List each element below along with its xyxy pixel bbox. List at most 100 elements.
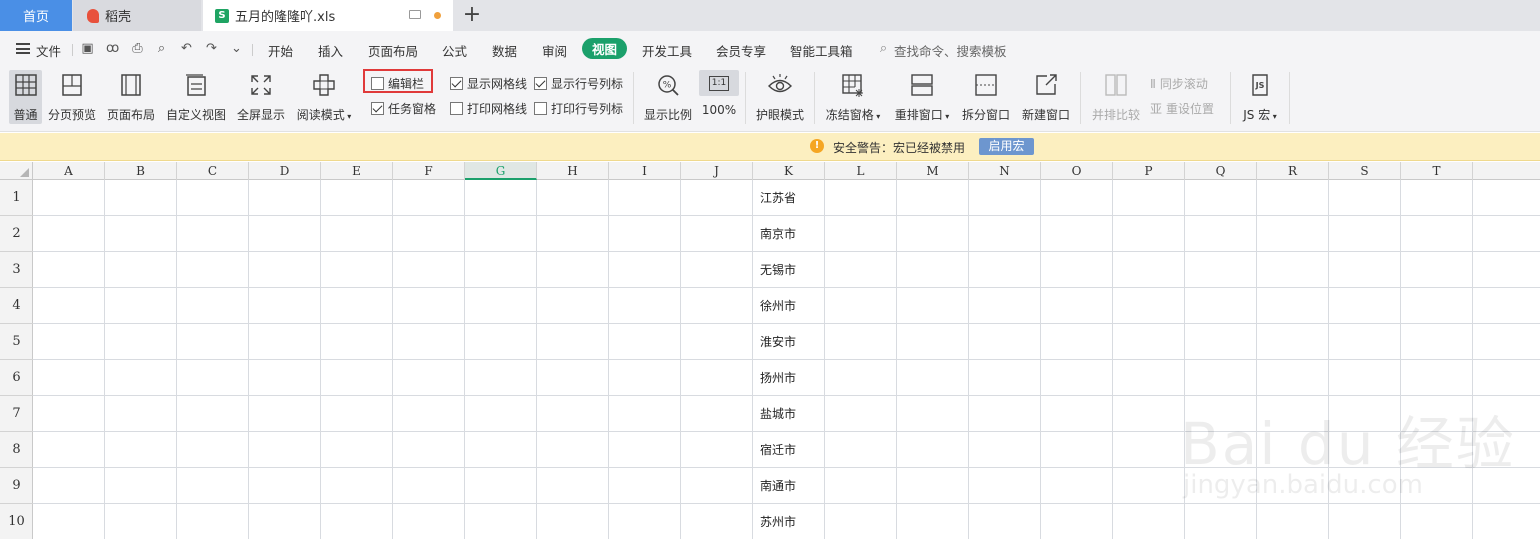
show-gridlines-checkbox[interactable]: 显示网格线	[450, 75, 527, 92]
column-header-n[interactable]: N	[969, 162, 1041, 180]
print-gridlines-checkbox[interactable]: 打印网格线	[450, 100, 527, 117]
column-header-c[interactable]: C	[177, 162, 249, 180]
eye-mode-button[interactable]: 护眼模式	[754, 70, 806, 124]
zoom-button[interactable]: % 显示比例	[643, 70, 693, 124]
customize-dropdown-icon[interactable]: ⌄	[230, 42, 243, 55]
freeze-panes-button[interactable]: 冻结窗格 ▾	[823, 70, 883, 124]
sync-scroll-button[interactable]: Ⅱ 同步滚动	[1150, 75, 1208, 92]
task-pane-checkbox[interactable]: 任务窗格	[371, 100, 436, 117]
menu-view[interactable]: 视图	[582, 38, 627, 59]
column-header-j[interactable]: J	[681, 162, 753, 180]
page-layout-button[interactable]: 页面布局	[106, 70, 156, 124]
new-tab-plus-icon[interactable]: +	[462, 3, 482, 27]
show-headers-checkbox[interactable]: 显示行号列标	[534, 75, 623, 92]
cell-k6[interactable]: 扬州市	[756, 360, 796, 396]
enable-macro-button[interactable]: 启用宏	[979, 138, 1034, 155]
menu-review[interactable]: 审阅	[542, 41, 567, 60]
checkbox-checked-icon	[534, 77, 547, 90]
column-header-p[interactable]: P	[1113, 162, 1185, 180]
page-break-preview-button[interactable]: 分页预览	[47, 70, 97, 124]
cell-k5[interactable]: 淮安市	[756, 324, 796, 360]
js-macro-button[interactable]: JS JS 宏 ▾	[1239, 70, 1281, 124]
tab-docer[interactable]: 稻壳	[73, 0, 201, 31]
cell-k1[interactable]: 江苏省	[756, 180, 796, 216]
menu-data[interactable]: 数据	[492, 41, 517, 60]
column-header-k[interactable]: K	[753, 162, 825, 180]
print-preview-icon[interactable]: ⌕	[155, 42, 168, 55]
show-gridlines-label: 显示网格线	[467, 77, 528, 91]
warning-icon: !	[810, 139, 824, 153]
format-painter-icon[interactable]: ꝏ	[106, 42, 119, 55]
row-header-10[interactable]: 10	[0, 504, 33, 539]
tab-file[interactable]: S 五月的隆隆吖.xls	[203, 0, 453, 31]
menu-insert[interactable]: 插入	[318, 41, 343, 60]
redo-icon[interactable]: ↷	[205, 42, 218, 55]
page-break-icon	[62, 74, 82, 96]
cell-k9[interactable]: 南通市	[756, 468, 796, 504]
search-command[interactable]: 查找命令、搜索模板	[894, 41, 1007, 60]
print-icon[interactable]: ⎙	[131, 42, 144, 55]
edit-bar-checkbox[interactable]: 编辑栏	[371, 75, 424, 92]
row-header-5[interactable]: 5	[0, 324, 33, 360]
normal-view-button[interactable]: 普通	[9, 70, 42, 124]
column-header-a[interactable]: A	[33, 162, 105, 180]
cell-k7[interactable]: 盐城市	[756, 396, 796, 432]
column-header-e[interactable]: E	[321, 162, 393, 180]
column-header-f[interactable]: F	[393, 162, 465, 180]
side-by-side-button[interactable]: 并排比较	[1090, 70, 1142, 124]
row-header-1[interactable]: 1	[0, 180, 33, 216]
cell-k2[interactable]: 南京市	[756, 216, 796, 252]
split-window-button[interactable]: 拆分窗口	[961, 70, 1011, 124]
row-header-4[interactable]: 4	[0, 288, 33, 324]
column-header-b[interactable]: B	[105, 162, 177, 180]
row-header-3[interactable]: 3	[0, 252, 33, 288]
menu-view-label: 视图	[591, 42, 617, 57]
divider	[72, 44, 73, 56]
column-header-d[interactable]: D	[249, 162, 321, 180]
cell-k4[interactable]: 徐州市	[756, 288, 796, 324]
column-header-l[interactable]: L	[825, 162, 897, 180]
reading-mode-button[interactable]: 阅读模式 ▾	[295, 70, 353, 124]
menu-page-layout[interactable]: 页面布局	[368, 41, 418, 60]
cell-k3[interactable]: 无锡市	[756, 252, 796, 288]
row-header-8[interactable]: 8	[0, 432, 33, 468]
column-header-r[interactable]: R	[1257, 162, 1329, 180]
row-header-6[interactable]: 6	[0, 360, 33, 396]
menu-member[interactable]: 会员专享	[716, 41, 766, 60]
column-header-o[interactable]: O	[1041, 162, 1113, 180]
menu-smart-toolbox[interactable]: 智能工具箱	[790, 41, 853, 60]
tab-home[interactable]: 首页	[0, 0, 72, 31]
column-header-h[interactable]: H	[537, 162, 609, 180]
row-header-2[interactable]: 2	[0, 216, 33, 252]
reset-position-button[interactable]: 亚重设位置	[1150, 100, 1214, 117]
menu-file[interactable]: 文件	[36, 41, 61, 60]
menu-start[interactable]: 开始	[268, 41, 293, 60]
menu-formula[interactable]: 公式	[442, 41, 467, 60]
print-headers-checkbox[interactable]: 打印行号列标	[534, 100, 623, 117]
column-header-m[interactable]: M	[897, 162, 969, 180]
column-header-s[interactable]: S	[1329, 162, 1401, 180]
side-by-side-label: 并排比较	[1091, 108, 1140, 122]
column-header-i[interactable]: I	[609, 162, 681, 180]
screen-icon[interactable]	[409, 10, 421, 19]
zoom-100-button[interactable]: 1:1 100%	[698, 70, 740, 124]
column-header-g[interactable]: G	[465, 162, 537, 180]
arrange-windows-button[interactable]: 重排窗口 ▾	[892, 70, 952, 124]
divider	[1289, 72, 1290, 124]
save-icon[interactable]: ▣	[81, 42, 94, 55]
new-window-button[interactable]: 新建窗口	[1020, 70, 1072, 124]
full-screen-button[interactable]: 全屏显示	[236, 70, 286, 124]
cell-k10[interactable]: 苏州市	[756, 504, 796, 539]
column-header-q[interactable]: Q	[1185, 162, 1257, 180]
normal-view-label: 普通	[13, 108, 38, 122]
show-headers-label: 显示行号列标	[551, 77, 624, 91]
column-header-t[interactable]: T	[1401, 162, 1473, 180]
custom-view-button[interactable]: 自定义视图	[165, 70, 227, 124]
hamburger-menu-icon[interactable]	[16, 43, 30, 54]
undo-icon[interactable]: ↶	[180, 42, 193, 55]
row-header-7[interactable]: 7	[0, 396, 33, 432]
select-all-corner[interactable]	[0, 162, 33, 180]
row-header-9[interactable]: 9	[0, 468, 33, 504]
cell-k8[interactable]: 宿迁市	[756, 432, 796, 468]
menu-developer[interactable]: 开发工具	[642, 41, 692, 60]
